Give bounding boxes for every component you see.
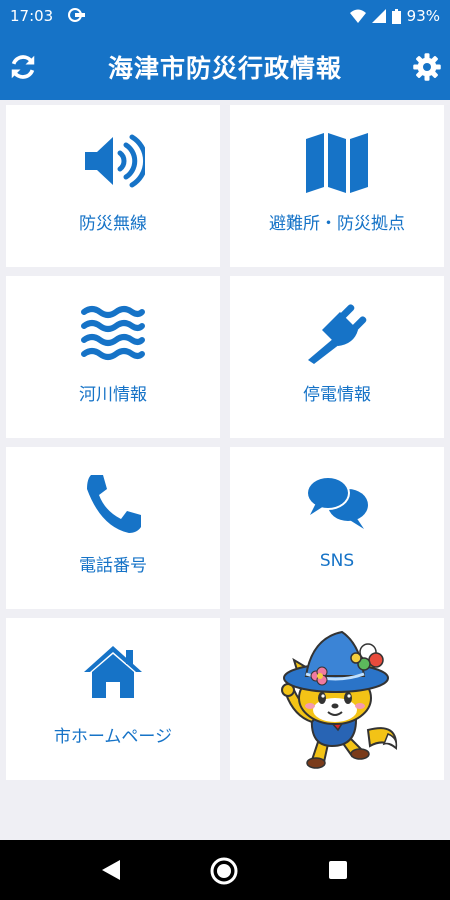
tile-shelters[interactable]: 避難所・防災拠点 bbox=[230, 105, 444, 267]
home-icon bbox=[82, 644, 144, 704]
tile-label: 停電情報 bbox=[303, 385, 371, 405]
wifi-icon bbox=[349, 9, 366, 23]
settings-button[interactable] bbox=[412, 52, 442, 82]
notification-icon bbox=[68, 8, 86, 26]
back-button[interactable] bbox=[100, 858, 122, 886]
tile-city-homepage[interactable]: 市ホームページ bbox=[6, 618, 220, 780]
speaker-icon bbox=[81, 131, 149, 195]
phone-icon bbox=[83, 473, 143, 539]
chat-bubbles-icon bbox=[304, 473, 370, 539]
gear-icon bbox=[413, 53, 441, 81]
status-right: 93% bbox=[349, 7, 440, 25]
page-title: 海津市防災行政情報 bbox=[107, 54, 342, 83]
map-icon bbox=[304, 131, 370, 199]
tile-sns[interactable]: SNS bbox=[230, 447, 444, 609]
recent-apps-button[interactable] bbox=[328, 860, 348, 884]
home-circle-icon bbox=[210, 857, 238, 885]
tile-phone-numbers[interactable]: 電話番号 bbox=[6, 447, 220, 609]
tile-label: 河川情報 bbox=[79, 385, 147, 405]
app-bar: 海津市防災行政情報 bbox=[0, 32, 450, 100]
recent-square-icon bbox=[329, 861, 347, 879]
menu-grid: 防災無線 避難所・防災拠点 河川情報 停電情報 電話番号 SNS 市ホームページ bbox=[6, 105, 444, 780]
tile-label: 避難所・防災拠点 bbox=[269, 214, 405, 234]
mascot-image bbox=[272, 630, 402, 774]
tile-label: 防災無線 bbox=[79, 214, 147, 234]
battery-icon bbox=[391, 8, 401, 24]
tile-river-info[interactable]: 河川情報 bbox=[6, 276, 220, 438]
back-triangle-icon bbox=[102, 860, 120, 880]
system-nav-bar bbox=[0, 840, 450, 900]
tile-label: 電話番号 bbox=[79, 556, 147, 576]
home-nav-button[interactable] bbox=[209, 856, 239, 890]
tile-label: 市ホームページ bbox=[53, 727, 173, 747]
signal-icon bbox=[371, 9, 386, 23]
tile-disaster-radio[interactable]: 防災無線 bbox=[6, 105, 220, 267]
status-time: 17:03 bbox=[10, 7, 54, 25]
tile-mascot bbox=[230, 618, 444, 780]
status-bar: 17:03 93% bbox=[0, 0, 450, 32]
battery-percent: 93% bbox=[406, 7, 440, 25]
plug-icon bbox=[304, 302, 370, 368]
tile-label: SNS bbox=[319, 551, 355, 571]
water-waves-icon bbox=[80, 302, 146, 366]
tile-power-outage[interactable]: 停電情報 bbox=[230, 276, 444, 438]
